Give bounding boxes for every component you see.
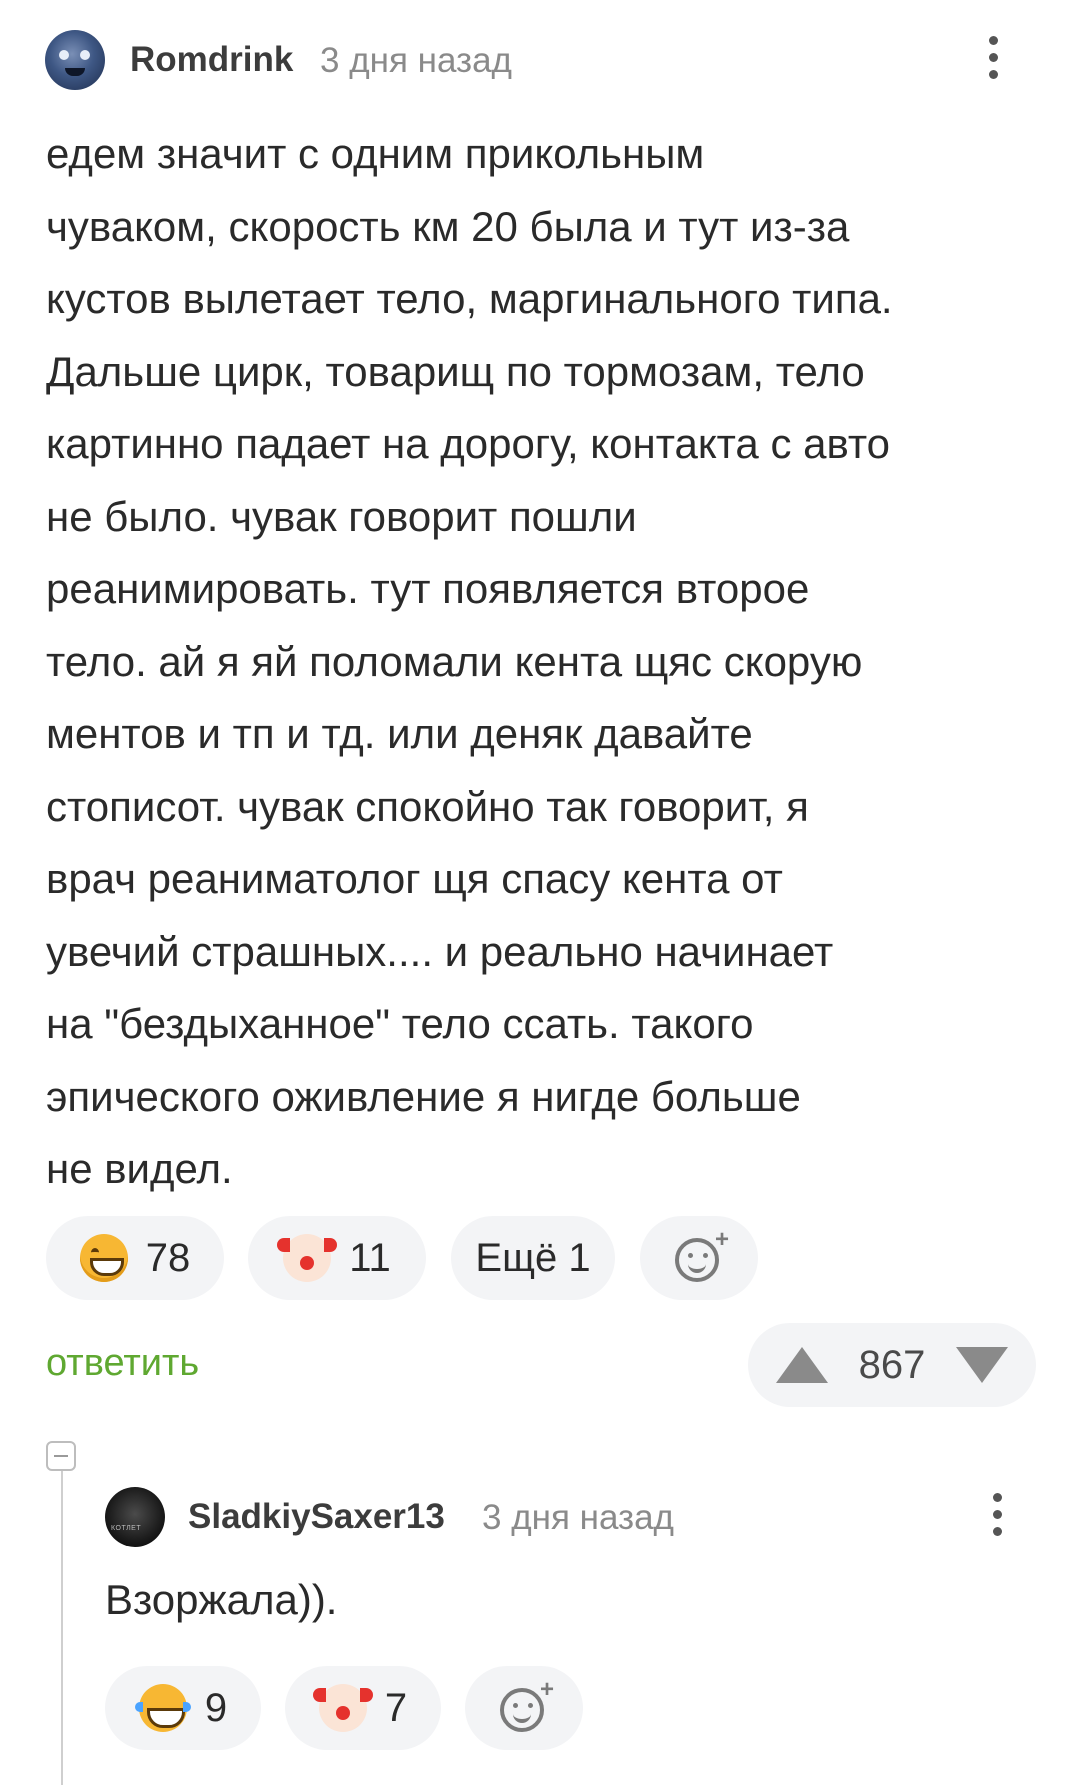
grinning-face-icon [79, 1234, 128, 1282]
reply-body: Взоржала)). [105, 1576, 338, 1623]
reaction-clown-button[interactable]: 11 [248, 1216, 426, 1300]
comment-line: на "бездыханное" тело ссать. такого [46, 1000, 754, 1047]
comment-line: ментов и тп и тд. или деняк давайте [46, 710, 753, 757]
reaction-count: 78 [145, 1235, 191, 1280]
more-options-icon[interactable] [986, 36, 1000, 86]
add-reaction-button[interactable]: + [640, 1216, 758, 1300]
comment-line: тело. ай я яй поломали кента щяс скорую [46, 637, 863, 685]
reply-username[interactable]: SladkiySaxer13 [188, 1497, 445, 1537]
reaction-count: 11 [349, 1235, 391, 1280]
reply-avatar[interactable]: КОТЛЕТ [105, 1487, 165, 1547]
thread-line[interactable] [61, 1445, 63, 1785]
comment-line: врач реаниматолог щя спасу кента от [46, 855, 783, 902]
reply-link[interactable]: ответить [46, 1342, 199, 1385]
reply-add-reaction-button[interactable]: + [465, 1666, 583, 1750]
more-reactions-label: Ещё 1 [475, 1235, 591, 1280]
collapse-thread-icon[interactable] [46, 1441, 76, 1471]
comment-username[interactable]: Romdrink [130, 40, 293, 80]
rating-count: 867 [858, 1342, 926, 1387]
vote-widget: 867 [748, 1323, 1036, 1407]
clown-face-icon [312, 1684, 373, 1732]
add-reaction-icon: + [498, 1676, 554, 1734]
comment-line: стописот. чувак спокойно так говорит, я [46, 782, 809, 830]
reply-reaction-laugh-button[interactable]: 9 [105, 1666, 261, 1750]
reaction-count: 7 [384, 1685, 408, 1730]
reply-more-options-icon[interactable] [990, 1493, 1004, 1543]
comment-line: едем значит с одним прикольным [46, 130, 705, 177]
avatar[interactable] [45, 30, 105, 90]
comment-line: эпического оживление я нигде больше [46, 1072, 801, 1120]
tears-of-joy-icon [134, 1684, 191, 1732]
comment-line: картинно падает на дорогу, контакта с ав… [46, 420, 890, 467]
clown-face-icon [277, 1234, 338, 1282]
comment-line: Дальше цирк, товарищ по тормозам, тело [46, 347, 865, 395]
comment-line: не видел. [46, 1145, 233, 1192]
reply-reaction-clown-button[interactable]: 7 [285, 1666, 441, 1750]
comment-line: реанимировать. тут появляется второе [46, 565, 810, 612]
downvote-icon[interactable] [956, 1347, 1008, 1383]
more-reactions-button[interactable]: Ещё 1 [451, 1216, 615, 1300]
reply-timestamp: 3 дня назад [482, 1498, 674, 1537]
reaction-count: 9 [204, 1685, 228, 1730]
add-reaction-icon: + [673, 1226, 729, 1284]
upvote-icon[interactable] [776, 1347, 828, 1383]
comment-line: не было. чувак говорит пошли [46, 492, 637, 540]
reaction-grinning-button[interactable]: 78 [46, 1216, 224, 1300]
comment-timestamp: 3 дня назад [320, 41, 512, 80]
comment-body: едем значит с одним прикольным чуваком, … [46, 118, 1046, 1206]
comment-line: чуваком, скорость км 20 была и тут из-за [46, 202, 850, 250]
comment-line: кустов вылетает тело, маргинального типа… [46, 275, 893, 322]
comment-line: увечий страшных.... и реально начинает [46, 927, 834, 975]
